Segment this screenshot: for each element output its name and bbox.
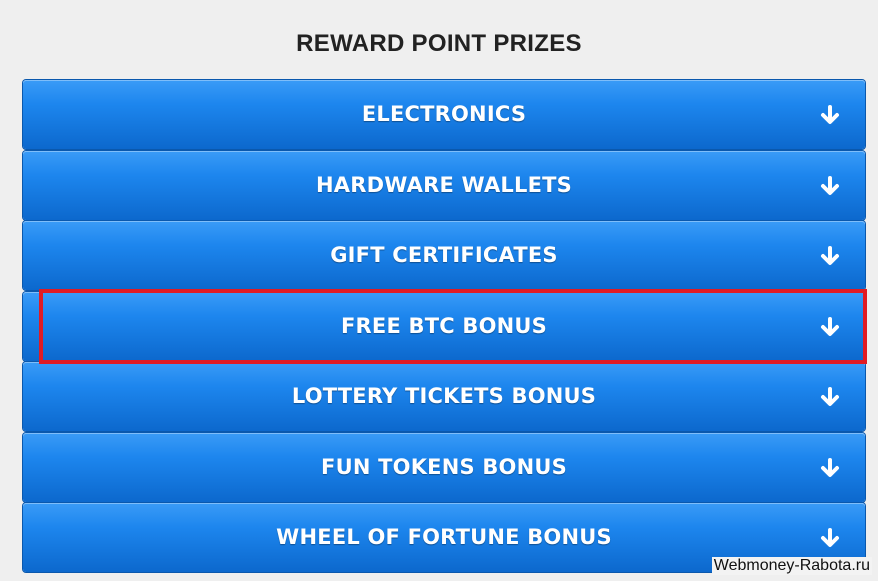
page-title: REWARD POINT PRIZES <box>296 30 582 57</box>
accordion-item-label: HARDWARE WALLETS <box>316 172 572 197</box>
accordion-item-free-btc-bonus[interactable]: FREE BTC BONUS <box>23 291 865 361</box>
prize-category-list: ELECTRONICS HARDWARE WALLETS GIFT CERTIF… <box>23 80 865 574</box>
watermark: Webmoney-Rabota.ru <box>711 557 872 575</box>
accordion-item-fun-tokens-bonus[interactable]: FUN TOKENS BONUS <box>23 432 865 502</box>
arrow-down-icon <box>821 316 839 336</box>
arrow-down-icon <box>821 387 839 406</box>
arrow-down-icon <box>821 457 839 477</box>
arrow-down-icon <box>821 246 839 265</box>
arrow-down-icon <box>821 175 839 195</box>
accordion-item-label: FUN TOKENS BONUS <box>321 454 567 479</box>
arrow-down-icon <box>821 528 839 547</box>
accordion-item-lottery-tickets-bonus[interactable]: LOTTERY TICKETS BONUS <box>23 362 865 431</box>
arrow-down-icon <box>821 105 839 124</box>
accordion-item-hardware-wallets[interactable]: HARDWARE WALLETS <box>23 150 865 220</box>
accordion-item-label: LOTTERY TICKETS BONUS <box>291 384 597 408</box>
accordion-item-label: ELECTRONICS <box>361 102 527 126</box>
accordion-item-label: GIFT CERTIFICATES <box>330 243 558 267</box>
accordion-item-gift-certificates[interactable]: GIFT CERTIFICATES <box>23 221 865 290</box>
accordion-item-electronics[interactable]: ELECTRONICS <box>23 80 865 149</box>
accordion-item-label: FREE BTC BONUS <box>341 313 547 338</box>
